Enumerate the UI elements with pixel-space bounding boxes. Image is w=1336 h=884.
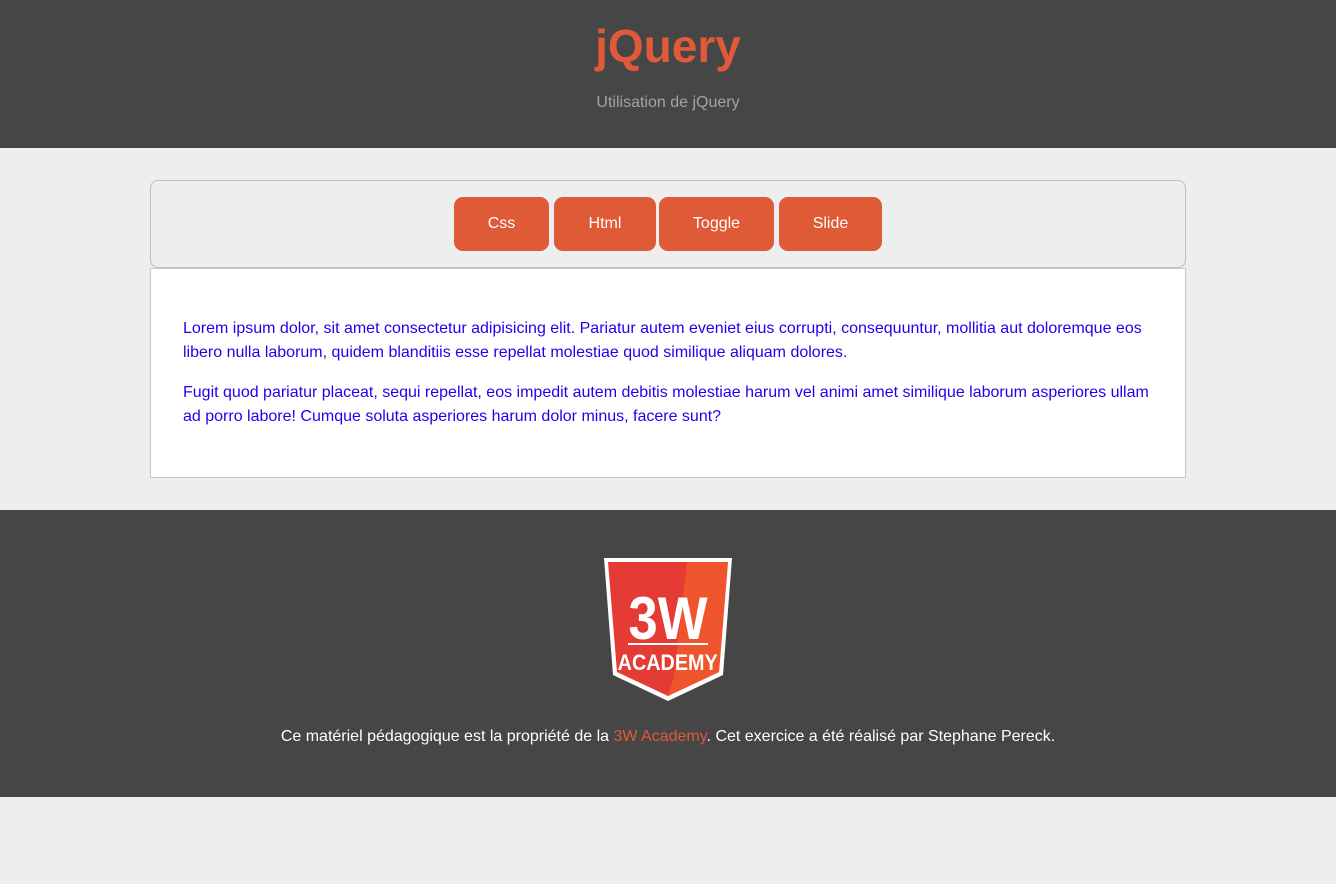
slide-button[interactable]: Slide (779, 197, 882, 251)
logo-academy-text: ACADEMY (618, 651, 718, 675)
logo-3w-text: 3W (628, 585, 708, 652)
3w-academy-link[interactable]: 3W Academy (613, 728, 706, 745)
html-button[interactable]: Html (554, 197, 656, 251)
content-paragraph-1: Lorem ipsum dolor, sit amet consectetur … (183, 320, 1142, 361)
button-bar: Css Html Toggle Slide (150, 180, 1186, 268)
page-subtitle: Utilisation de jQuery (596, 94, 740, 111)
footer-text-after: . Cet exercice a été réalisé par Stephan… (706, 728, 1056, 745)
3w-academy-logo: 3W ACADEMY (604, 558, 732, 701)
footer-text-before: Ce matériel pédagogique est la propriété… (280, 728, 614, 745)
content-paragraph-2: Fugit quod pariatur placeat, sequi repel… (183, 384, 1149, 425)
css-button[interactable]: Css (454, 197, 549, 251)
content-box: Lorem ipsum dolor, sit amet consectetur … (150, 268, 1186, 478)
site-header: jQuery Utilisation de jQuery (0, 0, 1336, 148)
page-title: jQuery (595, 20, 741, 72)
toggle-button[interactable]: Toggle (659, 197, 774, 251)
site-footer: 3W ACADEMY Ce matériel pédagogique est l… (0, 510, 1336, 797)
footer-credit: Ce matériel pédagogique est la propriété… (0, 726, 1336, 748)
